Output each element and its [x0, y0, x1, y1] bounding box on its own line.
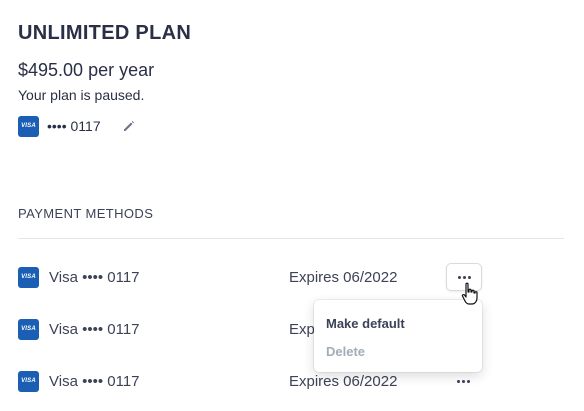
- hand-cursor-icon: [461, 282, 478, 305]
- plan-title: UNLIMITED PLAN: [18, 22, 192, 44]
- payment-method-expires: Expires 06/2022: [289, 372, 398, 390]
- plan-status: Your plan is paused.: [18, 87, 145, 103]
- plan-card-number: •••• 0117: [47, 118, 101, 134]
- payment-method-row: VISA Visa •••• 0117 Expires 06/2022: [18, 315, 564, 343]
- payment-method-label: Visa •••• 0117: [49, 268, 140, 286]
- payment-methods-heading: PAYMENT METHODS: [18, 206, 154, 221]
- divider: [18, 238, 564, 239]
- make-default-menu-item[interactable]: Make default: [326, 316, 405, 331]
- more-icon: [456, 379, 470, 383]
- actions-menu: Make default Delete: [314, 300, 482, 372]
- payment-method-label: Visa •••• 0117: [49, 320, 140, 338]
- visa-icon: VISA: [18, 115, 39, 137]
- payment-method-expires: Expires 06/2022: [289, 268, 398, 286]
- pencil-icon[interactable]: [121, 118, 137, 134]
- payment-method-row: VISA Visa •••• 0117 Expires 06/2022: [18, 263, 564, 291]
- plan-card: VISA •••• 0117: [18, 115, 137, 137]
- visa-icon: VISA: [18, 370, 39, 392]
- visa-icon: VISA: [18, 318, 39, 340]
- plan-price: $495.00 per year: [18, 60, 155, 80]
- delete-menu-item: Delete: [326, 344, 366, 359]
- payment-method-label: Visa •••• 0117: [49, 372, 140, 390]
- visa-icon: VISA: [18, 266, 39, 288]
- payment-method-row: VISA Visa •••• 0117 Expires 06/2022: [18, 367, 564, 395]
- more-icon: [457, 275, 471, 279]
